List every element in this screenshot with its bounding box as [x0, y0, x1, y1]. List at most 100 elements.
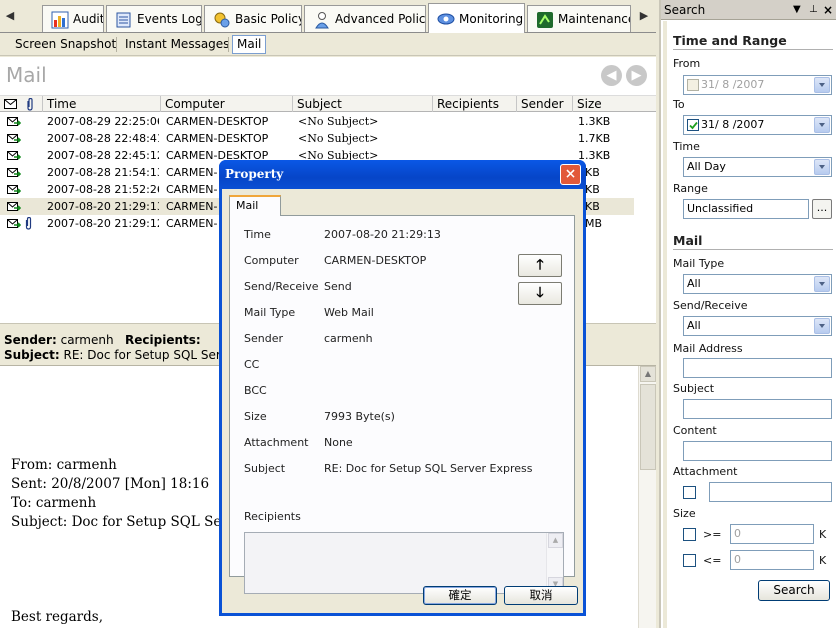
to-date-picker[interactable]: 31/ 8 /2007: [683, 115, 832, 135]
mail-sent-icon: [7, 219, 21, 228]
checkmark-icon: [689, 121, 698, 130]
advanced-policy-icon: [315, 12, 329, 29]
dialog-title-bar[interactable]: Property ×: [219, 160, 586, 189]
tab-audit[interactable]: Audit: [42, 5, 104, 32]
column-header-time[interactable]: Time: [42, 96, 160, 112]
property-label: Time: [244, 228, 271, 241]
property-dialog: Property × Mail 🡑 🡓 Recipients ▲ ▼ Time 2…: [219, 160, 586, 616]
property-label: Attachment: [244, 436, 309, 449]
table-row[interactable]: 2007-08-29 22:25:06 CARMEN-DESKTOP <No Sub…: [0, 113, 634, 130]
property-label: Sender: [244, 332, 283, 345]
cell-time: 2007-08-28 22:45:12: [47, 149, 159, 162]
preview-body-line: Subject: Doc for Setup SQL Serve: [11, 514, 244, 530]
tab-maintenance[interactable]: Maintenance: [527, 5, 631, 32]
property-value: RE: Doc for Setup SQL Server Express: [324, 462, 533, 475]
tab-scroll-left-icon[interactable]: ◀: [2, 6, 18, 26]
from-date-checkbox[interactable]: [687, 79, 699, 91]
column-header-size[interactable]: Size: [572, 96, 634, 112]
instant-messages-button[interactable]: Instant Messages: [120, 35, 234, 54]
subject-input[interactable]: [683, 399, 832, 419]
tab-advanced-policy[interactable]: Advanced Policy: [304, 5, 426, 32]
table-row[interactable]: 2007-08-28 22:48:41 CARMEN-DESKTOP <No Sub…: [0, 130, 634, 147]
next-record-button[interactable]: 🡓: [518, 282, 562, 305]
tab-basic-policy[interactable]: Basic Policy: [204, 5, 302, 32]
size-ge-label: >=: [703, 528, 722, 541]
property-value: Send: [324, 280, 352, 293]
cell-size: 1.3KB: [578, 115, 611, 128]
events-log-icon: [116, 12, 131, 28]
time-select-value: All Day: [687, 160, 726, 173]
attachment-checkbox[interactable]: [683, 486, 696, 499]
scroll-up-icon[interactable]: ▲: [640, 366, 656, 382]
scroll-thumb[interactable]: [640, 384, 656, 470]
attachment-input[interactable]: [709, 482, 832, 502]
toolbar-separator: [228, 37, 229, 52]
dialog-close-icon[interactable]: ×: [560, 164, 581, 185]
mail-type-label: Mail Type: [673, 257, 725, 270]
from-date-dropdown-icon[interactable]: [814, 77, 830, 93]
screen-snapshot-button[interactable]: Screen Snapshot: [10, 35, 121, 54]
scroll-up-icon[interactable]: ▲: [548, 533, 563, 548]
column-header-subject[interactable]: Subject: [292, 96, 432, 112]
basic-policy-icon: [214, 12, 230, 28]
to-date-dropdown-icon[interactable]: [814, 117, 830, 133]
panel-dropdown-icon[interactable]: ▼: [793, 0, 801, 20]
send-receive-dropdown-icon[interactable]: [814, 318, 830, 334]
panel-pin-icon[interactable]: ⊥: [809, 0, 818, 20]
search-button[interactable]: Search: [758, 580, 830, 601]
time-select[interactable]: All Day: [683, 157, 832, 177]
ok-button[interactable]: 確定: [423, 586, 497, 605]
property-value: CARMEN-DESKTOP: [324, 254, 427, 267]
attachment-label: Attachment: [673, 465, 738, 478]
size-le-checkbox[interactable]: [683, 554, 696, 567]
attachment-column-paperclip-icon[interactable]: [26, 98, 34, 111]
page-title: Mail: [6, 63, 47, 87]
mail-address-input[interactable]: [683, 358, 832, 378]
previous-record-button[interactable]: 🡑: [518, 254, 562, 277]
property-label: Send/Receive: [244, 280, 319, 293]
property-value: None: [324, 436, 353, 449]
preview-vertical-scrollbar[interactable]: ▲: [638, 366, 656, 628]
cell-time: 2007-08-28 21:52:26: [47, 183, 159, 196]
recipients-scrollbar[interactable]: ▲ ▼: [546, 533, 563, 593]
from-label: From: [673, 57, 701, 70]
panel-close-icon[interactable]: ×: [823, 0, 833, 20]
column-header-sender[interactable]: Sender: [516, 96, 572, 112]
tab-monitoring[interactable]: Monitoring: [428, 3, 525, 33]
subject-label: Subject: [673, 382, 715, 395]
send-receive-select[interactable]: All: [683, 316, 832, 336]
tab-monitoring-label: Monitoring: [459, 11, 524, 26]
column-header-computer[interactable]: Computer: [160, 96, 292, 112]
next-page-icon[interactable]: ▶: [626, 65, 647, 86]
recipients-list[interactable]: ▲ ▼: [244, 532, 564, 594]
column-header-recipients[interactable]: Recipients: [432, 96, 516, 112]
tab-events-log[interactable]: Events Log: [106, 5, 202, 32]
mail-sent-icon: [7, 185, 21, 194]
tab-scroll-right-icon[interactable]: ▶: [636, 6, 652, 26]
preview-recipients-label: Recipients:: [125, 333, 201, 347]
range-input[interactable]: Unclassified: [683, 199, 809, 219]
mail-type-dropdown-icon[interactable]: [814, 276, 830, 292]
cell-time: 2007-08-28 21:54:13: [47, 166, 159, 179]
section-divider: [673, 49, 833, 50]
mail-column-envelope-icon[interactable]: [4, 99, 17, 109]
tab-events-log-label: Events Log: [137, 12, 202, 26]
previous-page-icon[interactable]: ◀: [601, 65, 622, 86]
preview-subject-label: Subject:: [4, 348, 60, 362]
size-le-input[interactable]: 0: [730, 550, 814, 570]
range-browse-button[interactable]: ...: [812, 199, 832, 219]
mail-type-select[interactable]: All: [683, 274, 832, 294]
content-label: Content: [673, 424, 717, 437]
cancel-button[interactable]: 取消: [504, 586, 578, 605]
preview-body-line: From: carmenh: [11, 457, 117, 473]
property-label: Mail Type: [244, 306, 296, 319]
property-label: BCC: [244, 384, 267, 397]
mail-button[interactable]: Mail: [232, 35, 267, 54]
dialog-tab-mail[interactable]: Mail: [229, 195, 281, 216]
from-date-picker[interactable]: 31/ 8 /2007: [683, 75, 832, 95]
content-input[interactable]: [683, 441, 832, 461]
time-dropdown-icon[interactable]: [814, 159, 830, 175]
size-ge-checkbox[interactable]: [683, 528, 696, 541]
size-ge-input[interactable]: 0: [730, 524, 814, 544]
to-date-checkbox[interactable]: [687, 119, 699, 131]
